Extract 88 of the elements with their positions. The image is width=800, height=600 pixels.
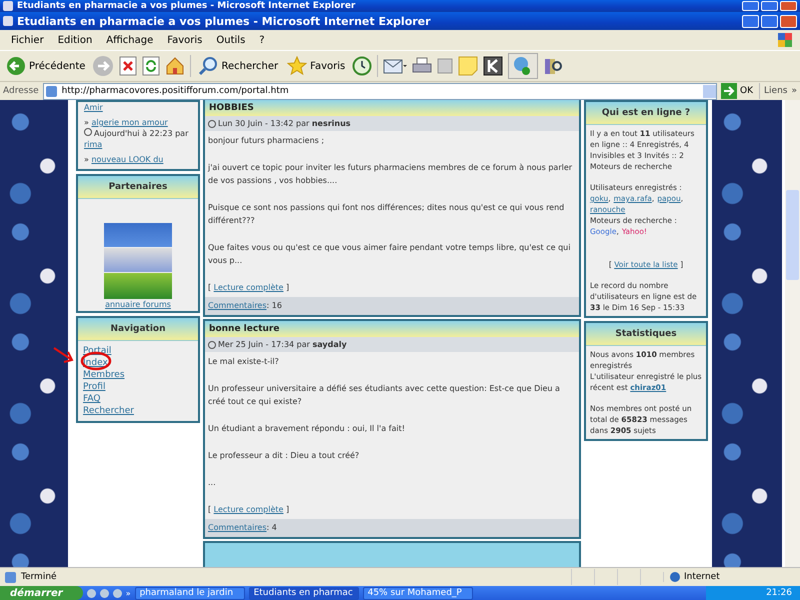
home-icon[interactable] <box>165 56 186 76</box>
comment-count: : 16 <box>266 301 282 310</box>
topic-link[interactable]: algerie mon amour <box>91 118 168 127</box>
comments-link[interactable]: Commentaires <box>208 523 267 532</box>
clock-icon <box>208 340 216 348</box>
post-date: Mer 25 Juin - 17:34 par <box>218 340 310 349</box>
star-icon <box>287 56 308 76</box>
close-button[interactable] <box>780 14 797 28</box>
menu-item[interactable]: Affichage <box>99 34 160 46</box>
menu-item[interactable]: Favoris <box>160 34 210 46</box>
address-label: Adresse <box>3 86 39 96</box>
post-text: Que faites vous ou qu'est ce que vous aimer faire pendant votre temps libre, qu'est ce qui vous p... <box>208 243 570 265</box>
clock-icon <box>84 128 92 136</box>
stop-icon[interactable] <box>119 56 138 76</box>
panel-header: Navigation <box>78 318 198 341</box>
post-text: Puisque ce sont nos passions qui font nos différences; dites nous qu'est ce qui vous rend différent??? <box>208 203 564 225</box>
window-title: Etudiants en pharmacie a vos plumes - Microsoft Internet Explorer <box>17 1 356 11</box>
links-button[interactable]: Liens <box>764 86 788 96</box>
taskbar-button[interactable]: Etudiants en pharmac <box>248 586 359 600</box>
search-button[interactable]: Rechercher <box>196 56 280 76</box>
close-button[interactable] <box>780 1 797 11</box>
post-title: HOBBIES <box>205 100 579 116</box>
bracket: ] <box>286 283 290 292</box>
post-date: Lun 30 Juin - 13:42 par <box>218 119 310 128</box>
taskbar-button[interactable]: 45% sur Mohamed_P <box>362 586 473 600</box>
post-text: bonjour futurs pharmaciens ; <box>208 136 324 145</box>
nav-link[interactable]: Rechercher <box>83 405 194 417</box>
chevron-button[interactable]: » <box>126 588 131 598</box>
scrollbar[interactable] <box>785 100 800 567</box>
go-button[interactable]: OK <box>721 83 760 99</box>
author-link[interactable]: rima <box>84 140 102 149</box>
post-author: saydaly <box>312 340 347 349</box>
panel-header: Statistiques <box>586 323 706 346</box>
window-title: Etudiants en pharmacie a vos plumes - Microsoft Internet Explorer <box>17 14 432 28</box>
refresh-icon[interactable] <box>142 56 160 76</box>
letter-k-icon[interactable] <box>483 56 504 76</box>
banner-placeholder[interactable] <box>104 273 172 299</box>
menu-item[interactable]: Outils <box>209 34 252 46</box>
post-text: j'ai ouvert ce topic pour inviter les futurs pharmaciens membres de ce forum à nous parler de vos passions , vos hobbies.... <box>208 163 572 185</box>
read-more-link[interactable]: Lecture complète <box>214 505 284 514</box>
author-link[interactable]: Amir <box>84 103 103 112</box>
post-text: ... <box>208 478 216 487</box>
nav-link[interactable]: Profil <box>83 381 194 393</box>
bullet: » <box>84 118 89 127</box>
maximize-button[interactable] <box>761 1 778 11</box>
search-icon <box>198 56 218 76</box>
comments-link[interactable]: Commentaires <box>208 301 267 310</box>
nav-link[interactable]: Index <box>83 357 194 369</box>
taskbar-button[interactable]: pharmaland le jardin <box>134 586 245 600</box>
post-text: Le professeur a dit : Dieu a tout créé? <box>208 451 360 460</box>
comment-count: : 4 <box>266 523 277 532</box>
globe-icon <box>670 572 680 582</box>
nav-link[interactable]: Membres <box>83 369 194 381</box>
page-icon <box>5 572 16 582</box>
post-author: nesrinus <box>312 119 351 128</box>
bracket: [ <box>208 505 212 514</box>
nav-link[interactable]: FAQ <box>83 393 194 405</box>
history-icon[interactable] <box>352 56 372 76</box>
arrow-icon <box>721 83 738 99</box>
read-more-link[interactable]: Lecture complète <box>214 283 284 292</box>
chevron-button[interactable]: » <box>791 86 797 96</box>
bullet: » <box>84 155 89 164</box>
topic-link[interactable]: nouveau LOOK du <box>91 155 164 164</box>
clock-icon <box>208 120 216 128</box>
zone-text: Internet <box>684 572 720 582</box>
post-text: Le mal existe-t-il? <box>208 357 279 366</box>
panel-header: Partenaires <box>78 176 198 199</box>
address-field[interactable]: http://pharmacovores.positifforum.com/portal.htm <box>42 82 718 100</box>
favorites-button[interactable]: Favoris <box>285 56 348 76</box>
post-text: Un étudiant a bravement répondu : oui, Il l'a fait! <box>208 424 405 433</box>
partner-link[interactable]: annuaire forums <box>105 300 171 309</box>
bracket: ] <box>286 505 290 514</box>
menu-item[interactable]: Edition <box>50 34 100 46</box>
windows-logo-icon <box>778 33 792 47</box>
post-text: Un professeur universitaire a défié ses étudiants avec cette question: Est-ce que Dieu a créé tout ce qui existe? <box>208 384 560 406</box>
minimize-button[interactable] <box>742 1 759 11</box>
post-title: bonne lecture <box>205 321 579 337</box>
status-text: Terminé <box>21 572 57 582</box>
maximize-button[interactable] <box>761 14 778 28</box>
clock-text: 21:26 <box>766 588 792 598</box>
panel-header: Qui est en ligne ? <box>586 102 706 125</box>
bracket: [ <box>208 283 212 292</box>
topic-meta: Aujourd'hui à 22:23 par <box>94 129 188 138</box>
back-button[interactable]: Précédente <box>4 56 88 76</box>
menu-item[interactable]: ? <box>252 34 272 46</box>
start-button[interactable]: démarrer <box>0 586 83 600</box>
minimize-button[interactable] <box>742 14 759 28</box>
menu-item[interactable]: Fichier <box>4 34 51 46</box>
